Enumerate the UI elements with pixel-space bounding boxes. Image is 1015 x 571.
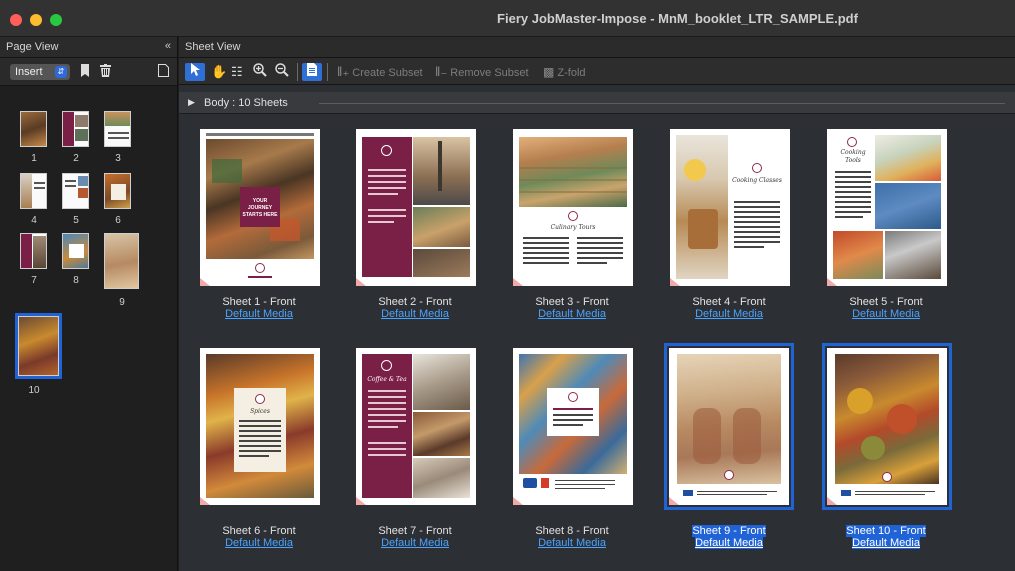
sheet-heading: Coffee & Tea: [367, 376, 407, 383]
new-page-icon[interactable]: [158, 64, 169, 81]
sheet-label: Sheet 3 - Front: [535, 296, 609, 308]
section-title: Body : 10 Sheets: [204, 97, 288, 109]
default-media-link[interactable]: Default Media: [345, 308, 485, 320]
create-subset-icon: ‖₊: [337, 64, 350, 79]
sheet-heading: Cooking Classes: [732, 177, 782, 184]
sheet-heading: Cooking Tools: [840, 149, 866, 164]
sheet-thumbnail[interactable]: YOUR JOURNEY STARTS HERE: [200, 129, 320, 286]
section-divider: [319, 103, 1005, 104]
sheet-thumbnail[interactable]: [669, 348, 789, 505]
hand-tool-icon[interactable]: ✋: [211, 63, 227, 81]
title-bar: Fiery JobMaster-Impose - MnM_booklet_LTR…: [0, 0, 1015, 37]
page-number: 9: [119, 297, 125, 308]
page-view-toolbar: Insert ⇵: [0, 58, 177, 86]
default-media-link[interactable]: Default Media: [502, 537, 642, 549]
sheet-thumbnail[interactable]: [356, 129, 476, 286]
zoom-out-icon[interactable]: [275, 63, 289, 81]
page-thumbnail[interactable]: 6: [104, 173, 131, 226]
sheet-label: Sheet 2 - Front: [378, 296, 452, 308]
sheet-grid: YOUR JOURNEY STARTS HERE Sheet 1 - Front…: [179, 115, 1015, 571]
collapse-panel-icon[interactable]: «: [165, 40, 171, 52]
section-header-body[interactable]: ▶ Body : 10 Sheets: [179, 92, 1015, 114]
z-fold-icon: ▩: [543, 65, 555, 79]
default-media-link[interactable]: Default Media: [189, 308, 329, 320]
pointer-tool-icon[interactable]: [185, 63, 205, 81]
sheet-label: Sheet 7 - Front: [378, 525, 452, 537]
z-fold-button[interactable]: ▩ Z-fold: [543, 63, 586, 81]
page-view-panel: Page View « Insert ⇵ 1 2 3 4 5 6 7 8 9 1…: [0, 37, 178, 571]
page-thumbnail[interactable]: 7: [20, 233, 47, 286]
default-media-link[interactable]: Default Media: [345, 537, 485, 549]
toolbar-separator: [327, 63, 328, 81]
page-number: 5: [73, 215, 79, 226]
page-thumbnail-selected[interactable]: 10: [15, 313, 62, 396]
sheet-view-header: Sheet View: [179, 37, 1015, 58]
dropdown-chevron-icon: ⇵: [55, 66, 67, 78]
sheet-view-title: Sheet View: [185, 41, 241, 53]
efi-logo-icon: [523, 478, 537, 488]
zoom-in-icon[interactable]: [253, 63, 267, 81]
page-number: 7: [31, 275, 37, 286]
sheet-thumbnail[interactable]: Culinary Tours: [513, 129, 633, 286]
expand-triangle-icon[interactable]: ▶: [188, 97, 195, 108]
sheet-thumbnail[interactable]: Coffee & Tea: [356, 348, 476, 505]
page-number: 2: [73, 153, 79, 164]
page-view-title: Page View: [6, 41, 59, 53]
crop-marks-tool-icon[interactable]: ☷: [231, 63, 243, 81]
page-thumbnail[interactable]: 8: [62, 233, 89, 286]
default-media-link[interactable]: Default Media: [502, 308, 642, 320]
sheet-view-panel: Sheet View ✋ ☷ ‖₊ Create Subset ‖₋ Remov…: [179, 37, 1015, 571]
default-media-link[interactable]: Default Media: [659, 537, 799, 549]
page-number: 3: [115, 153, 121, 164]
default-media-link[interactable]: Default Media: [816, 537, 956, 549]
sheet-label: Sheet 9 - Front: [692, 525, 766, 537]
default-media-link[interactable]: Default Media: [189, 537, 329, 549]
page-thumbnail[interactable]: 2: [62, 111, 89, 164]
insert-dropdown[interactable]: Insert ⇵: [10, 64, 70, 80]
page-number: 8: [73, 275, 79, 286]
sheet-thumbnail[interactable]: Cooking Tools: [827, 129, 947, 286]
sheet-label: Sheet 5 - Front: [849, 296, 923, 308]
page-view-header: Page View «: [0, 37, 177, 58]
page-number: 6: [115, 215, 121, 226]
page-thumbnail[interactable]: 3: [104, 111, 131, 164]
default-media-link[interactable]: Default Media: [659, 308, 799, 320]
page-number: 10: [28, 385, 40, 396]
sheet-heading: Culinary Tours: [550, 224, 596, 231]
page-thumbnail-list: 1 2 3 4 5 6 7 8 9 10: [0, 87, 178, 571]
page-view-toggle-icon[interactable]: [302, 63, 322, 81]
bookmark-icon[interactable]: [80, 64, 90, 81]
window-title: Fiery JobMaster-Impose - MnM_booklet_LTR…: [497, 11, 858, 26]
sheet-thumbnail[interactable]: Spices: [200, 348, 320, 505]
page-thumbnail[interactable]: 5: [62, 173, 89, 226]
sheet-heading: Spices: [250, 408, 270, 415]
default-media-link[interactable]: Default Media: [816, 308, 956, 320]
sheet-label: Sheet 6 - Front: [222, 525, 296, 537]
sheet-callout-box: YOUR JOURNEY STARTS HERE: [240, 187, 280, 227]
page-thumbnail[interactable]: 9: [104, 233, 139, 308]
sheet-label: Sheet 10 - Front: [846, 525, 926, 537]
toolbar-separator: [297, 63, 298, 81]
sheet-label: Sheet 4 - Front: [692, 296, 766, 308]
z-fold-label: Z-fold: [557, 67, 586, 79]
remove-subset-label: Remove Subset: [450, 67, 529, 79]
trash-icon[interactable]: [100, 64, 111, 81]
insert-dropdown-label: Insert: [15, 66, 43, 78]
page-number: 4: [31, 215, 37, 226]
sheet-thumbnail[interactable]: [827, 348, 947, 505]
sheet-thumbnail[interactable]: Cooking Classes: [670, 129, 790, 286]
create-subset-button[interactable]: ‖₊ Create Subset: [337, 63, 423, 81]
page-number: 1: [31, 153, 37, 164]
create-subset-label: Create Subset: [352, 67, 423, 79]
remove-subset-icon: ‖₋: [435, 64, 448, 79]
sheet-label: Sheet 8 - Front: [535, 525, 609, 537]
page-thumbnail[interactable]: 1: [20, 111, 47, 164]
sheet-view-toolbar: ✋ ☷ ‖₊ Create Subset ‖₋ Remove Subset ▩ …: [179, 58, 1015, 85]
page-thumbnail[interactable]: 4: [20, 173, 47, 226]
remove-subset-button[interactable]: ‖₋ Remove Subset: [435, 63, 529, 81]
sheet-thumbnail[interactable]: [513, 348, 633, 505]
sheet-label: Sheet 1 - Front: [222, 296, 296, 308]
